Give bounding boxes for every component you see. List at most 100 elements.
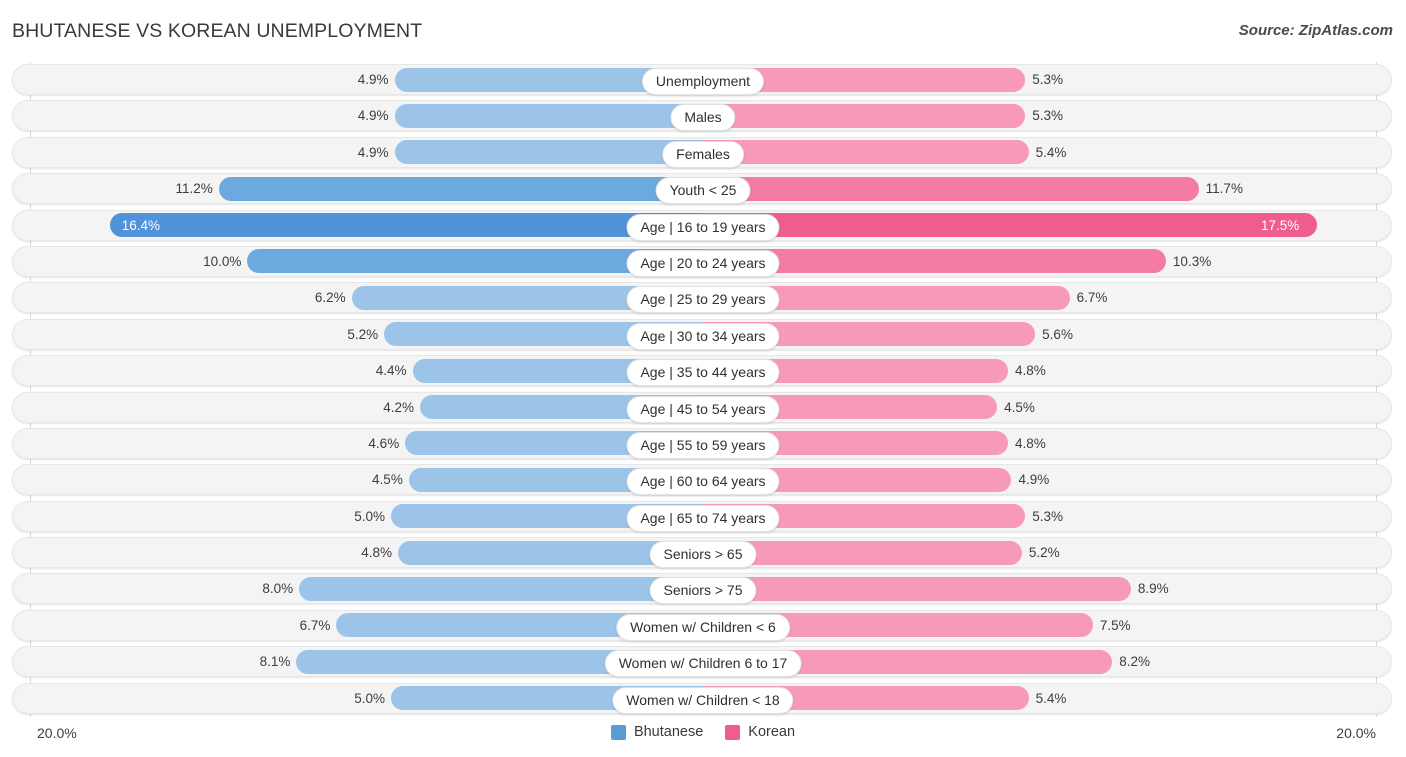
chart-legend: Bhutanese Korean — [0, 724, 1406, 740]
category-label[interactable]: Age | 30 to 34 years — [626, 322, 780, 350]
value-label-korean: 5.3% — [1032, 72, 1063, 87]
bar-korean — [703, 140, 1029, 165]
category-label[interactable]: Youth < 25 — [655, 177, 751, 205]
legend-item[interactable]: Bhutanese — [610, 724, 704, 740]
bar-row: 6.2% 6.7% Age | 25 to 29 years — [0, 280, 1406, 316]
category-label[interactable]: Age | 25 to 29 years — [626, 286, 780, 314]
bar-row: 5.2% 5.6% Age | 30 to 34 years — [0, 317, 1406, 353]
category-label[interactable]: Females — [662, 140, 744, 168]
bar-group: 4.9% 5.4% Females — [0, 137, 1406, 168]
bar-row: 6.7% 7.5% Women w/ Children < 6 — [0, 608, 1406, 644]
bar-group: 4.4% 4.8% Age | 35 to 44 years — [0, 355, 1406, 387]
page-title: BHUTANESE VS KOREAN UNEMPLOYMENT — [12, 20, 423, 42]
bar-row: 4.4% 4.8% Age | 35 to 44 years — [0, 353, 1406, 389]
value-label-korean: 5.3% — [1032, 108, 1063, 124]
bar-group: 11.2% 11.7% Youth < 25 — [0, 173, 1406, 205]
bar-bhutanese — [394, 103, 703, 128]
category-label[interactable]: Age | 35 to 44 years — [626, 359, 780, 387]
chart-footer: 20.0% 20.0% Bhutanese Korean — [0, 717, 1406, 757]
category-label[interactable]: Age | 55 to 59 years — [626, 431, 780, 459]
bar-row: 8.0% 8.9% Seniors > 75 — [0, 571, 1406, 607]
bar-row: 5.0% 5.4% Women w/ Children < 18 — [0, 681, 1406, 717]
plot-area: 4.9% 5.3% Unemployment 4.9% 5.3% Males 4.9% 5.4… — [0, 62, 1406, 717]
category-label[interactable]: Age | 20 to 24 years — [626, 249, 780, 277]
value-label-korean: 8.2% — [1119, 654, 1151, 670]
value-label-korean: 5.4% — [1035, 690, 1067, 706]
bar-row: 4.9% 5.4% Females — [0, 135, 1406, 171]
value-label-korean: 4.9% — [1018, 472, 1050, 488]
value-label-korean: 4.8% — [1014, 435, 1046, 451]
bar-group: 5.0% 5.3% Age | 65 to 74 years — [0, 501, 1406, 532]
category-label[interactable]: Age | 16 to 19 years — [626, 213, 780, 241]
bar-korean — [703, 176, 1199, 201]
bar-row: 5.0% 5.3% Age | 65 to 74 years — [0, 499, 1406, 535]
value-label-bhutanese: 4.4% — [375, 363, 407, 379]
bar-bhutanese — [109, 213, 703, 238]
value-label-bhutanese: 5.0% — [354, 690, 386, 706]
bar-row: 10.0% 10.3% Age | 20 to 24 years — [0, 244, 1406, 280]
bar-group: 4.6% 4.8% Age | 55 to 59 years — [0, 428, 1406, 459]
bar-row: 4.9% 5.3% Males — [0, 98, 1406, 134]
value-label-korean: 4.8% — [1014, 363, 1046, 379]
bar-group: 8.0% 8.9% Seniors > 75 — [0, 573, 1406, 605]
category-label[interactable]: Seniors > 75 — [649, 577, 757, 605]
bar-group: 4.9% 5.3% Unemployment — [0, 64, 1406, 95]
value-label-korean: 6.7% — [1076, 290, 1108, 306]
bar-row: 4.9% 5.3% Unemployment — [0, 62, 1406, 98]
value-label-korean: 10.3% — [1172, 253, 1212, 269]
bar-row-list: 4.9% 5.3% Unemployment 4.9% 5.3% Males 4.9% 5.4… — [0, 62, 1406, 717]
bar-row: 4.8% 5.2% Seniors > 65 — [0, 535, 1406, 571]
value-label-bhutanese: 4.9% — [357, 72, 389, 87]
bar-bhutanese — [218, 176, 703, 201]
value-label-bhutanese: 5.0% — [354, 508, 386, 524]
value-label-korean: 17.5% — [1261, 217, 1300, 233]
value-label-korean: 4.5% — [1004, 399, 1035, 415]
bar-row: 8.1% 8.2% Women w/ Children 6 to 17 — [0, 644, 1406, 680]
category-label[interactable]: Women w/ Children 6 to 17 — [604, 650, 802, 678]
value-label-korean: 5.6% — [1042, 326, 1073, 342]
value-label-bhutanese: 4.2% — [383, 399, 414, 415]
legend-swatch-icon — [610, 724, 626, 740]
bar-bhutanese — [394, 140, 703, 165]
bar-group: 4.2% 4.5% Age | 45 to 54 years — [0, 392, 1406, 423]
bar-group: 10.0% 10.3% Age | 20 to 24 years — [0, 246, 1406, 277]
value-label-bhutanese: 4.9% — [357, 144, 389, 160]
bar-row: 4.2% 4.5% Age | 45 to 54 years — [0, 390, 1406, 426]
value-label-bhutanese: 4.6% — [368, 435, 400, 451]
bar-row: 11.2% 11.7% Youth < 25 — [0, 171, 1406, 207]
value-label-bhutanese: 11.2% — [175, 181, 213, 197]
category-label[interactable]: Unemployment — [641, 68, 765, 95]
bar-korean — [703, 213, 1317, 238]
category-label[interactable]: Women w/ Children < 18 — [612, 686, 794, 714]
bar-group: 6.7% 7.5% Women w/ Children < 6 — [0, 610, 1406, 641]
category-label[interactable]: Seniors > 65 — [649, 541, 757, 569]
value-label-bhutanese: 4.5% — [372, 472, 403, 488]
legend-label: Bhutanese — [633, 724, 704, 740]
category-label[interactable]: Women w/ Children < 6 — [616, 613, 790, 641]
value-label-korean: 7.5% — [1099, 617, 1131, 633]
category-label[interactable]: Males — [670, 104, 736, 132]
value-label-bhutanese: 8.0% — [262, 581, 294, 597]
bar-group: 8.1% 8.2% Women w/ Children 6 to 17 — [0, 646, 1406, 678]
bar-row: 4.5% 4.9% Age | 60 to 64 years — [0, 462, 1406, 498]
chart-root: BHUTANESE VS KOREAN UNEMPLOYMENT Source:… — [0, 0, 1406, 757]
legend-swatch-icon — [725, 724, 741, 740]
value-label-korean: 5.3% — [1032, 508, 1063, 524]
bar-group: 4.9% 5.3% Males — [0, 100, 1406, 132]
value-label-korean: 5.2% — [1028, 545, 1060, 561]
value-label-korean: 8.9% — [1137, 581, 1169, 597]
bar-group: 4.5% 4.9% Age | 60 to 64 years — [0, 464, 1406, 496]
chart-header: BHUTANESE VS KOREAN UNEMPLOYMENT Source:… — [0, 0, 1406, 62]
category-label[interactable]: Age | 65 to 74 years — [626, 504, 780, 532]
category-label[interactable]: Age | 45 to 54 years — [626, 395, 780, 423]
value-label-bhutanese: 6.2% — [314, 290, 346, 306]
bar-bhutanese — [299, 576, 703, 601]
category-label[interactable]: Age | 60 to 64 years — [626, 468, 780, 496]
source-attribution: Source: ZipAtlas.com — [1238, 22, 1393, 39]
bar-row: 4.6% 4.8% Age | 55 to 59 years — [0, 426, 1406, 462]
bar-group: 6.2% 6.7% Age | 25 to 29 years — [0, 282, 1406, 314]
legend-item[interactable]: Korean — [725, 724, 795, 740]
bar-group: 4.8% 5.2% Seniors > 65 — [0, 537, 1406, 569]
bar-korean — [703, 576, 1131, 601]
bar-group: 5.2% 5.6% Age | 30 to 34 years — [0, 319, 1406, 350]
